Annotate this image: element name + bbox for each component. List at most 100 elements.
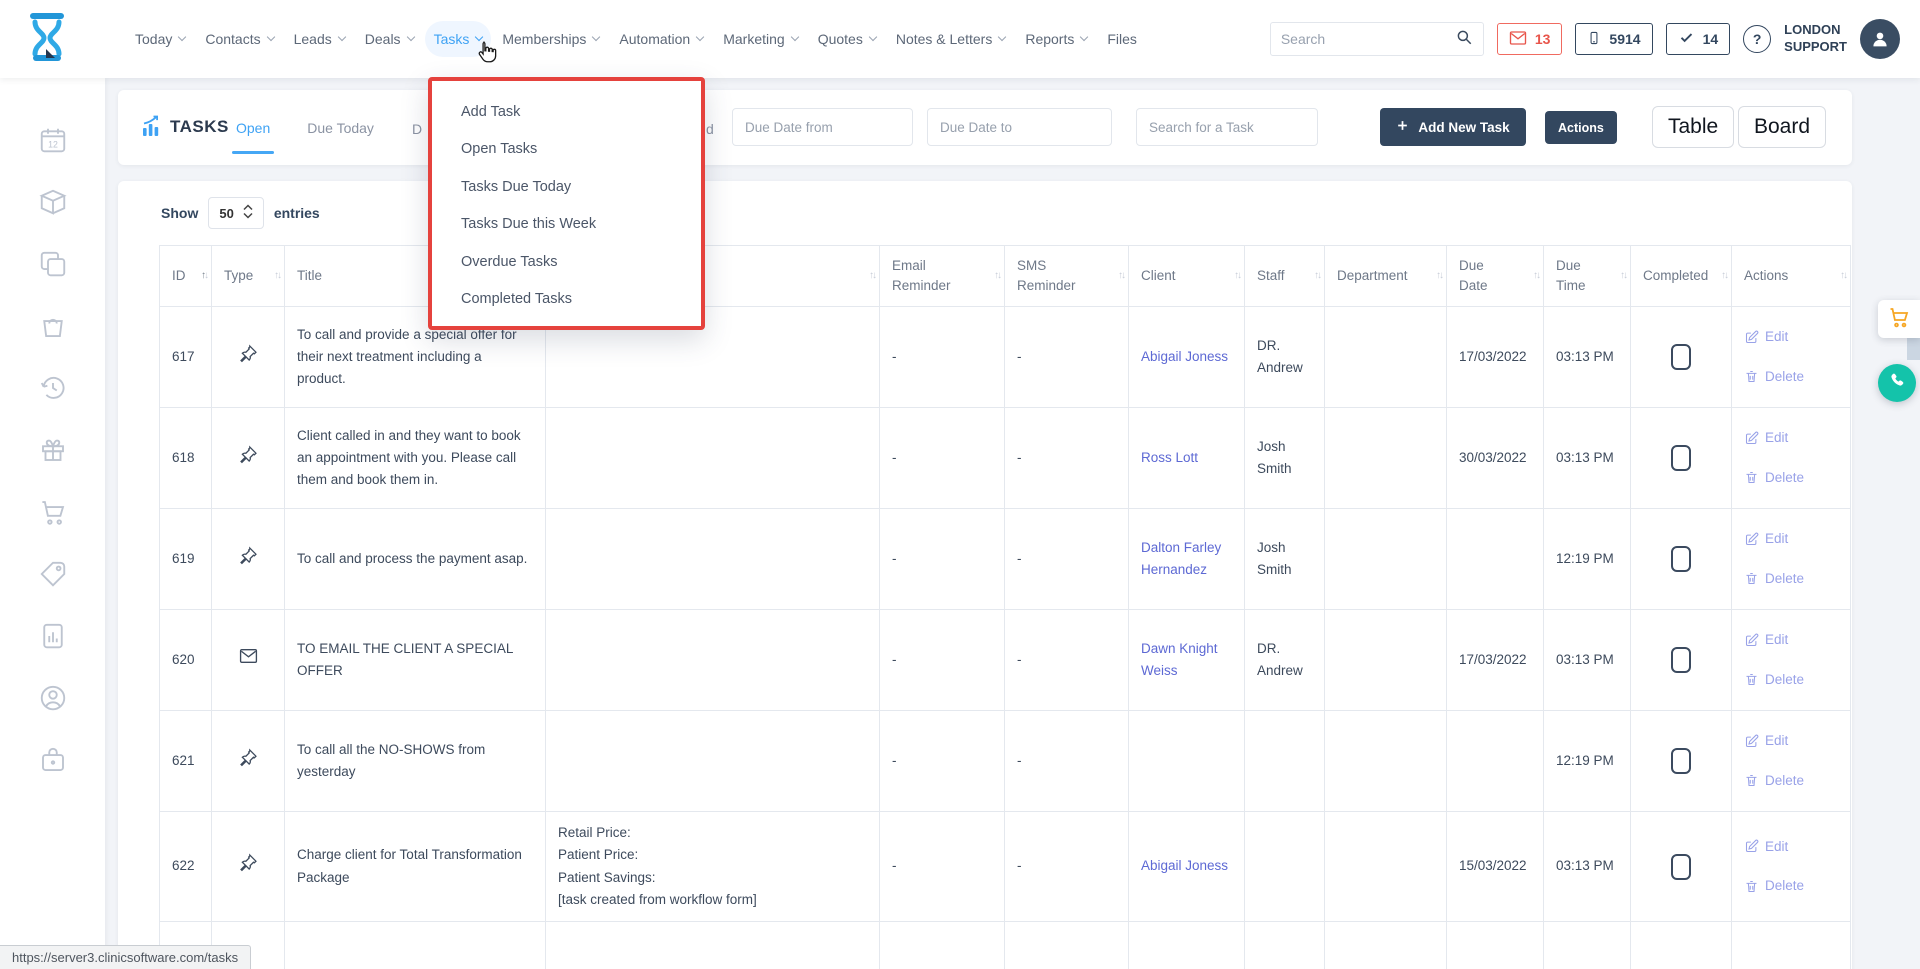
- pin-icon: [238, 453, 259, 468]
- search-icon[interactable]: [1455, 28, 1473, 51]
- delete-task-link[interactable]: Delete: [1744, 366, 1804, 388]
- sort-icon[interactable]: ↑↓: [1314, 269, 1320, 284]
- tasks-menu-item-tasks-due-today[interactable]: Tasks Due Today: [432, 168, 701, 206]
- tab-fragment-left[interactable]: D: [412, 121, 422, 137]
- avatar[interactable]: [1860, 19, 1900, 59]
- history-icon[interactable]: [38, 373, 68, 403]
- nav-item-automation[interactable]: Automation: [610, 21, 712, 57]
- sort-icon[interactable]: ↑↓: [274, 269, 280, 284]
- sort-icon[interactable]: ↑↓: [869, 269, 875, 284]
- edit-task-link[interactable]: Edit: [1744, 326, 1788, 348]
- search-input[interactable]: [1281, 31, 1455, 47]
- sort-icon[interactable]: ↑↓: [1118, 269, 1124, 284]
- support-icon[interactable]: [38, 683, 68, 713]
- tab-open[interactable]: Open: [236, 90, 270, 165]
- edit-task-link[interactable]: Edit: [1744, 836, 1788, 858]
- messages-badge[interactable]: 13: [1497, 23, 1563, 55]
- basket-icon[interactable]: [38, 311, 68, 341]
- done-tasks-badge[interactable]: 14: [1666, 23, 1731, 55]
- sort-icon[interactable]: ↑↓: [1533, 269, 1539, 284]
- column-header-due_date[interactable]: Due Date↑↓: [1447, 246, 1544, 307]
- nav-item-today[interactable]: Today: [126, 21, 194, 57]
- floating-phone-button[interactable]: [1878, 364, 1916, 402]
- tasks-menu-item-add-task[interactable]: Add Task: [432, 93, 701, 131]
- column-header-sms_reminder[interactable]: SMS Reminder↑↓: [1005, 246, 1129, 307]
- tag-icon[interactable]: [38, 559, 68, 589]
- tab-fragment-right[interactable]: d: [706, 121, 714, 137]
- delete-task-link[interactable]: Delete: [1744, 568, 1804, 590]
- column-header-email_reminder[interactable]: Email Reminder↑↓: [880, 246, 1005, 307]
- client-link[interactable]: Abigail Joness: [1141, 349, 1228, 364]
- nav-item-contacts[interactable]: Contacts: [196, 21, 282, 57]
- cart-icon[interactable]: [38, 497, 68, 527]
- column-header-completed[interactable]: Completed↑↓: [1631, 246, 1732, 307]
- report-icon[interactable]: [38, 621, 68, 651]
- column-header-actions[interactable]: Actions↑↓: [1732, 246, 1851, 307]
- help-button[interactable]: ?: [1743, 25, 1771, 53]
- table-view-button[interactable]: Table: [1652, 106, 1734, 148]
- nav-item-deals[interactable]: Deals: [356, 21, 423, 57]
- delete-task-link[interactable]: Delete: [1744, 669, 1804, 691]
- task-description: [546, 509, 880, 610]
- delete-task-link[interactable]: Delete: [1744, 875, 1804, 897]
- sort-icon[interactable]: ↑↓: [1840, 269, 1846, 284]
- client-link[interactable]: Ross Lott: [1141, 450, 1198, 465]
- column-header-client[interactable]: Client↑↓: [1129, 246, 1245, 307]
- task-search-input[interactable]: [1136, 108, 1318, 146]
- gift-icon[interactable]: [38, 435, 68, 465]
- delete-task-link[interactable]: Delete: [1744, 467, 1804, 489]
- nav-item-files[interactable]: Files: [1098, 21, 1146, 57]
- page-size-select[interactable]: 50: [208, 197, 263, 229]
- sort-icon[interactable]: ↑↓: [201, 269, 207, 284]
- tasks-menu-item-tasks-due-this-week[interactable]: Tasks Due this Week: [432, 206, 701, 244]
- nav-item-memberships[interactable]: Memberships: [493, 21, 608, 57]
- tasks-menu-item-open-tasks[interactable]: Open Tasks: [432, 131, 701, 169]
- completed-checkbox[interactable]: [1671, 546, 1691, 572]
- actions-button[interactable]: Actions: [1545, 111, 1617, 144]
- nav-item-leads[interactable]: Leads: [285, 21, 354, 57]
- edit-task-link[interactable]: Edit: [1744, 528, 1788, 550]
- column-header-department[interactable]: Department↑↓: [1325, 246, 1447, 307]
- scrollbar-thumb[interactable]: [1907, 338, 1920, 360]
- completed-checkbox[interactable]: [1671, 748, 1691, 774]
- column-header-id[interactable]: ID↑↓: [160, 246, 212, 307]
- completed-checkbox[interactable]: [1671, 344, 1691, 370]
- client-link[interactable]: Dalton Farley Hernandez: [1141, 540, 1221, 577]
- board-view-button[interactable]: Board: [1738, 106, 1826, 148]
- nav-item-quotes[interactable]: Quotes: [809, 21, 885, 57]
- edit-task-link[interactable]: Edit: [1744, 629, 1788, 651]
- calendar-icon[interactable]: 12: [38, 125, 68, 155]
- sort-icon[interactable]: ↑↓: [994, 269, 1000, 284]
- column-header-type[interactable]: Type↑↓: [212, 246, 285, 307]
- client-link[interactable]: Dawn Knight Weiss: [1141, 641, 1218, 678]
- package-icon[interactable]: [38, 187, 68, 217]
- tab-due-today[interactable]: Due Today: [307, 90, 374, 165]
- edit-task-link[interactable]: Edit: [1744, 427, 1788, 449]
- nav-item-tasks[interactable]: Tasks: [425, 21, 492, 57]
- floating-cart-button[interactable]: [1878, 300, 1920, 338]
- completed-checkbox[interactable]: [1671, 647, 1691, 673]
- sort-icon[interactable]: ↑↓: [1620, 269, 1626, 284]
- case-icon[interactable]: [38, 745, 68, 775]
- sort-icon[interactable]: ↑↓: [1436, 269, 1442, 284]
- phone-badge[interactable]: 5914: [1575, 23, 1652, 55]
- nav-item-notes-letters[interactable]: Notes & Letters: [887, 21, 1015, 57]
- tasks-menu-item-overdue-tasks[interactable]: Overdue Tasks: [432, 243, 701, 281]
- add-new-task-button[interactable]: Add New Task: [1380, 108, 1526, 146]
- sort-icon[interactable]: ↑↓: [1234, 269, 1240, 284]
- completed-checkbox[interactable]: [1671, 854, 1691, 880]
- sort-icon[interactable]: ↑↓: [1721, 269, 1727, 284]
- due-date-to-input[interactable]: [927, 108, 1112, 146]
- nav-item-reports[interactable]: Reports: [1016, 21, 1096, 57]
- completed-checkbox[interactable]: [1671, 445, 1691, 471]
- app-logo-icon[interactable]: [24, 12, 70, 66]
- due-date-from-input[interactable]: [732, 108, 913, 146]
- client-link[interactable]: Abigail Joness: [1141, 858, 1228, 873]
- tasks-menu-item-completed-tasks[interactable]: Completed Tasks: [432, 281, 701, 319]
- delete-task-link[interactable]: Delete: [1744, 770, 1804, 792]
- nav-item-marketing[interactable]: Marketing: [714, 21, 806, 57]
- edit-task-link[interactable]: Edit: [1744, 730, 1788, 752]
- duplicate-icon[interactable]: [38, 249, 68, 279]
- column-header-due_time[interactable]: Due Time↑↓: [1544, 246, 1631, 307]
- column-header-staff[interactable]: Staff↑↓: [1245, 246, 1325, 307]
